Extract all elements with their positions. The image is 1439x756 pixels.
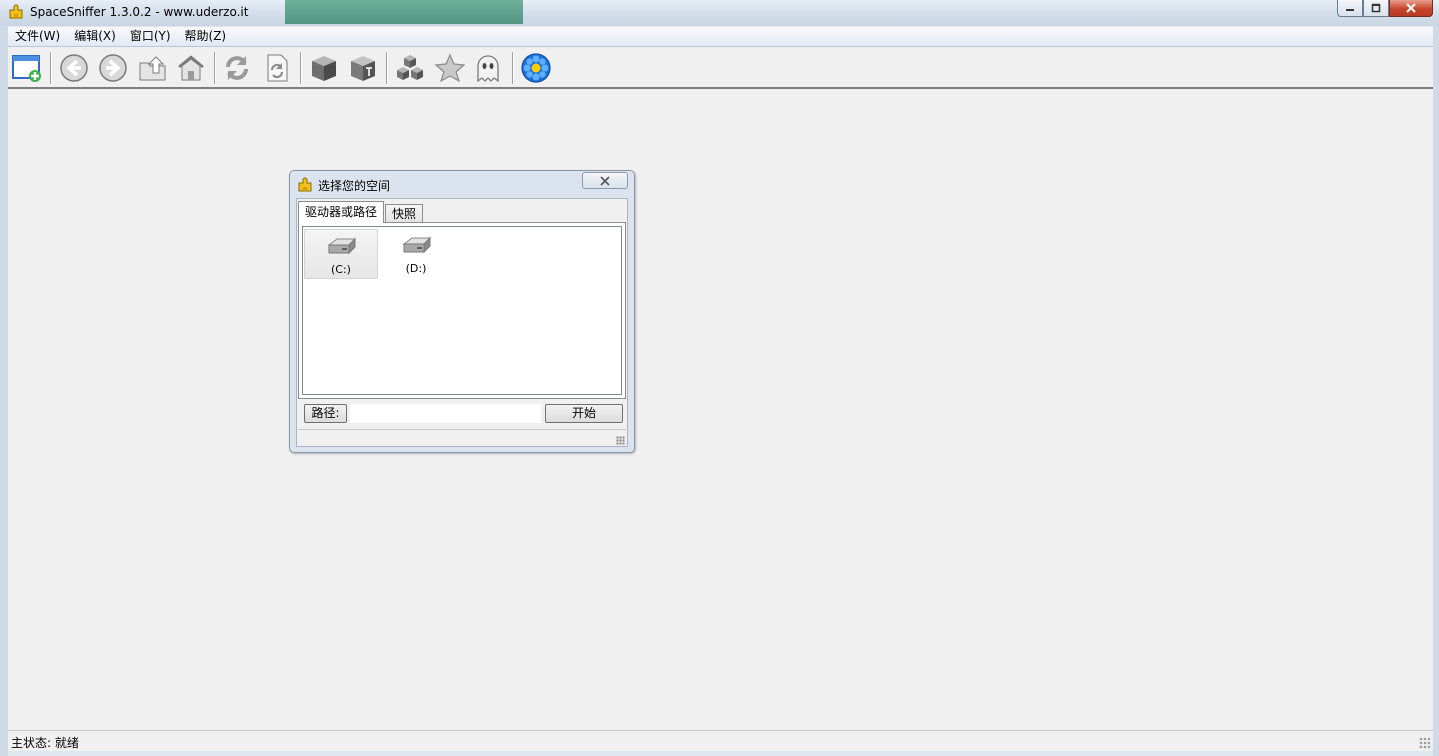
toolbar-separator bbox=[214, 52, 215, 84]
background-window-ghost bbox=[285, 0, 523, 24]
multi-cube-button[interactable] bbox=[393, 51, 427, 85]
home-icon bbox=[178, 55, 204, 81]
app-puzzle-icon bbox=[9, 4, 23, 19]
toolbar-separator bbox=[512, 52, 513, 84]
status-text: 主状态: 就绪 bbox=[11, 736, 79, 750]
cube-icon bbox=[312, 56, 336, 81]
window-border-right bbox=[1433, 26, 1439, 756]
drive-item-c[interactable]: (C:) bbox=[304, 229, 378, 279]
tab-snapshot[interactable]: 快照 bbox=[385, 204, 424, 222]
multi-cube-icon bbox=[397, 55, 423, 80]
status-bar: 主状态: 就绪 bbox=[8, 730, 1433, 751]
window-title: SpaceSniffer 1.3.0.2 - www.uderzo.it bbox=[30, 5, 249, 19]
choose-space-dialog: 选择您的空间 驱动器或路径 快照 (C:) (D:) 路径: 开始 bbox=[289, 170, 635, 453]
back-arrow-icon bbox=[60, 54, 88, 82]
close-icon bbox=[600, 175, 610, 186]
ghost-button[interactable] bbox=[471, 51, 505, 85]
start-button[interactable]: 开始 bbox=[545, 404, 623, 423]
tab-panel-drives: (C:) (D:) bbox=[298, 222, 626, 399]
flower-button[interactable] bbox=[519, 51, 553, 85]
ghost-icon bbox=[477, 55, 499, 83]
restore-icon bbox=[1371, 3, 1381, 13]
tagged-cube-icon bbox=[351, 56, 375, 81]
dialog-title-bar[interactable]: 选择您的空间 bbox=[290, 171, 634, 197]
close-button[interactable] bbox=[1389, 0, 1433, 17]
title-bar[interactable]: SpaceSniffer 1.3.0.2 - www.uderzo.it bbox=[0, 0, 1439, 26]
up-folder-icon bbox=[139, 56, 166, 81]
maximize-button[interactable] bbox=[1363, 0, 1389, 17]
up-folder-button[interactable] bbox=[136, 51, 170, 85]
forward-arrow-icon bbox=[99, 54, 127, 82]
menu-window[interactable]: 窗口(Y) bbox=[123, 27, 178, 46]
refresh-button[interactable] bbox=[220, 51, 254, 85]
path-button[interactable]: 路径: bbox=[304, 404, 347, 423]
cube-button[interactable] bbox=[307, 51, 341, 85]
minimize-button[interactable] bbox=[1337, 0, 1363, 17]
refresh-document-button[interactable] bbox=[260, 51, 294, 85]
drive-label: (C:) bbox=[331, 263, 351, 276]
dialog-title: 选择您的空间 bbox=[318, 179, 391, 193]
new-window-icon bbox=[12, 55, 41, 82]
drive-list: (C:) (D:) bbox=[302, 226, 622, 395]
tab-drives-or-path[interactable]: 驱动器或路径 bbox=[298, 201, 385, 223]
close-icon bbox=[1406, 3, 1416, 13]
menu-edit[interactable]: 编辑(X) bbox=[67, 27, 123, 46]
menu-file[interactable]: 文件(W) bbox=[8, 27, 67, 46]
drive-label: (D:) bbox=[405, 262, 427, 275]
favorite-button[interactable] bbox=[433, 51, 467, 85]
app-puzzle-icon bbox=[298, 177, 312, 192]
dialog-body: 驱动器或路径 快照 (C:) (D:) 路径: 开始 bbox=[296, 198, 628, 447]
refresh-document-icon bbox=[267, 54, 288, 82]
path-input[interactable] bbox=[349, 403, 542, 424]
menu-help[interactable]: 帮助(Z) bbox=[178, 27, 234, 46]
new-window-button[interactable] bbox=[10, 51, 44, 85]
dialog-close-button[interactable] bbox=[582, 172, 628, 189]
menu-bar: 文件(W) 编辑(X) 窗口(Y) 帮助(Z) bbox=[8, 27, 1433, 47]
drive-item-d[interactable]: (D:) bbox=[379, 229, 453, 279]
toolbar-separator bbox=[50, 52, 51, 84]
hard-drive-icon bbox=[402, 236, 432, 254]
back-button[interactable] bbox=[57, 51, 91, 85]
dialog-status-bar bbox=[298, 429, 626, 446]
tagged-cube-button[interactable] bbox=[346, 51, 380, 85]
workspace-area[interactable] bbox=[8, 89, 1433, 730]
toolbar-separator bbox=[300, 52, 301, 84]
resize-grip-icon[interactable] bbox=[1419, 737, 1431, 749]
forward-button[interactable] bbox=[96, 51, 130, 85]
home-button[interactable] bbox=[174, 51, 208, 85]
hard-drive-icon bbox=[327, 237, 357, 255]
resize-grip-icon[interactable] bbox=[616, 436, 625, 445]
window-border-left bbox=[0, 26, 8, 756]
toolbar-separator bbox=[386, 52, 387, 84]
toolbar bbox=[8, 47, 1433, 89]
star-icon bbox=[434, 53, 466, 83]
blue-flower-icon bbox=[521, 53, 551, 83]
minimize-icon bbox=[1346, 9, 1354, 11]
refresh-icon bbox=[226, 56, 248, 80]
